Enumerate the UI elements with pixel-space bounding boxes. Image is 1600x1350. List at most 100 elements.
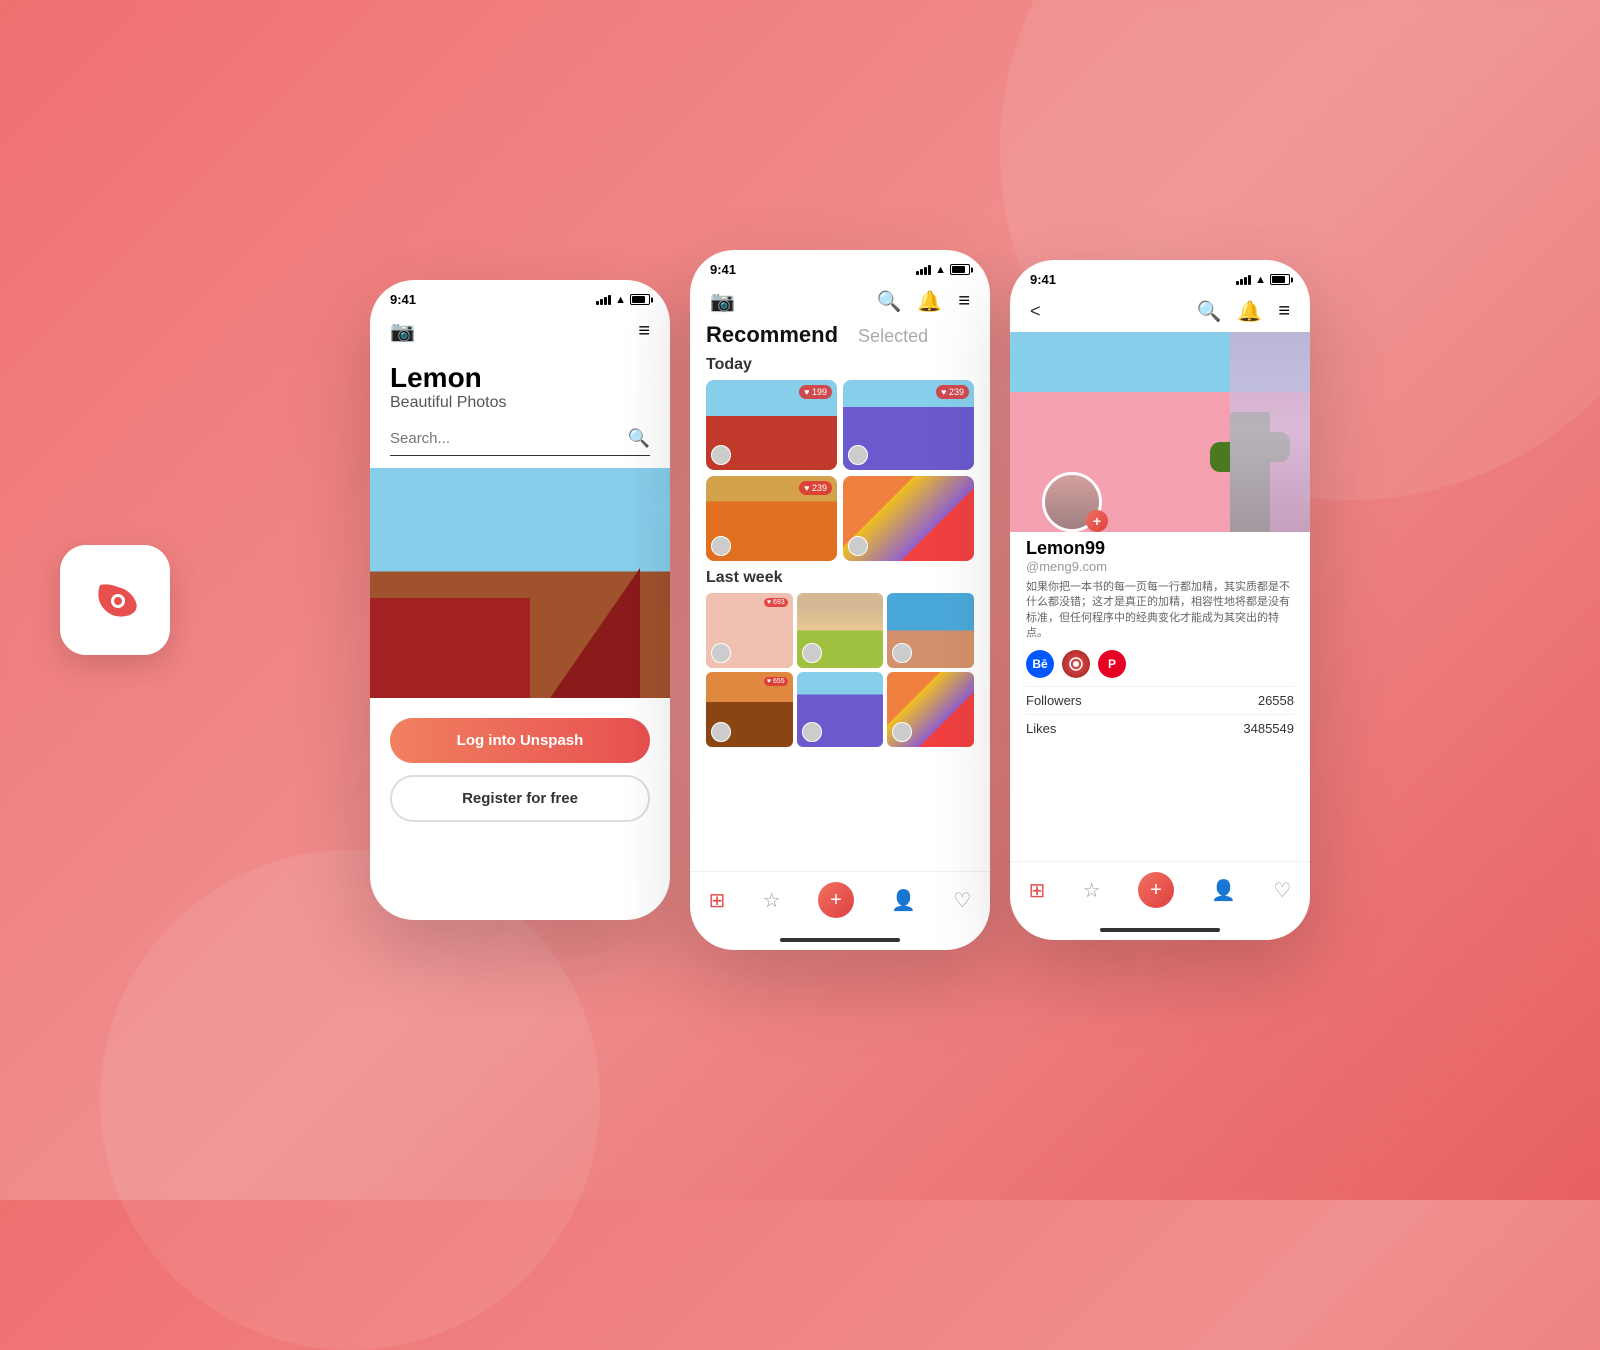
photo-cell-1[interactable]: ♥ 199 xyxy=(706,380,837,470)
phone3-battery-icon xyxy=(1270,274,1290,285)
profile-info-block: Lemon99 @meng9.com 如果你把一本书的每一页每一行都加精，其实质… xyxy=(1010,532,1310,748)
photo-cell-lw2[interactable] xyxy=(797,593,884,668)
search-input[interactable] xyxy=(390,430,628,447)
likes-count: 3485549 xyxy=(1243,721,1294,736)
photo-lw1-avatar xyxy=(711,643,731,663)
app-logo-svg xyxy=(80,565,150,635)
phone3-bell-icon[interactable]: 🔔 xyxy=(1237,299,1262,324)
followers-stat: Followers 26558 xyxy=(1026,686,1294,714)
photo-cell-4[interactable] xyxy=(843,476,974,561)
photo-cell-lw6[interactable] xyxy=(887,672,974,747)
phone3-status-icons: ▲ xyxy=(1236,274,1290,286)
phone3-nav-right: 🔍 🔔 ≡ xyxy=(1197,299,1290,324)
profile-username: Lemon99 xyxy=(1026,538,1294,559)
camera-icon[interactable]: 📷 xyxy=(390,319,415,344)
pinterest-badge[interactable]: P xyxy=(1098,650,1126,678)
bottom-nav-home[interactable]: ⊞ xyxy=(709,888,726,913)
photo1-avatar xyxy=(711,445,731,465)
section-today: Today xyxy=(706,356,974,374)
today-photo-grid: ♥ 199 ♥ 239 ♥ 239 xyxy=(706,380,974,561)
bottom-nav-add[interactable]: + xyxy=(818,882,854,918)
phone2-main-content: Recommend Selected Today ♥ 199 ♥ 239 xyxy=(690,322,990,747)
phone1-time: 9:41 xyxy=(390,292,416,307)
photo-cell-lw1[interactable]: ♥ 693 xyxy=(706,593,793,668)
phone1-title-block: Lemon Beautiful Photos xyxy=(370,352,670,416)
profile-avatar-row: + xyxy=(1010,502,1310,532)
phone3-nav-home[interactable]: ⊞ xyxy=(1029,878,1046,903)
bottom-nav-heart[interactable]: ♡ xyxy=(953,888,971,913)
followers-count: 26558 xyxy=(1258,693,1294,708)
phone3-nav-add[interactable]: + xyxy=(1138,872,1174,908)
profile-bio: 如果你把一本书的每一页每一行都加精，其实质都是不什么都没错；这才是真正的加精，相… xyxy=(1026,580,1294,642)
photo2-likes: ♥ 239 xyxy=(936,385,969,399)
bottom-nav-star[interactable]: ☆ xyxy=(763,888,781,913)
phone1-status-icons: ▲ xyxy=(596,294,650,306)
phone-3: 9:41 ▲ < 🔍 🔔 ≡ xyxy=(1010,260,1310,940)
phone1-nav: 📷 ≡ xyxy=(370,311,670,352)
photo-cell-2[interactable]: ♥ 239 xyxy=(843,380,974,470)
phone1-status-bar: 9:41 ▲ xyxy=(370,280,670,311)
phone2-battery-icon xyxy=(950,264,970,275)
app-icon-wrapper xyxy=(60,545,170,655)
phone2-menu-icon[interactable]: ≡ xyxy=(958,290,970,313)
photo-cell-lw4[interactable]: ♥ 655 xyxy=(706,672,793,747)
phone2-wifi-icon: ▲ xyxy=(935,264,946,276)
app-title: Lemon xyxy=(390,362,650,394)
phone2-camera-icon[interactable]: 📷 xyxy=(710,289,735,314)
photo-cell-3[interactable]: ♥ 239 xyxy=(706,476,837,561)
phone1-signal xyxy=(596,295,611,305)
section-lastweek: Last week xyxy=(706,569,974,587)
phone3-status-bar: 9:41 ▲ xyxy=(1010,260,1310,291)
photo2-avatar xyxy=(848,445,868,465)
tab-selected[interactable]: Selected xyxy=(858,326,928,347)
photo3-likes: ♥ 239 xyxy=(799,481,832,495)
phone2-time: 9:41 xyxy=(710,262,736,277)
phone3-bottom-nav: ⊞ ☆ + 👤 ♡ xyxy=(1010,861,1310,924)
phone2-status-bar: 9:41 ▲ xyxy=(690,250,990,281)
phone2-search-icon[interactable]: 🔍 xyxy=(877,289,902,314)
phone3-wifi-icon: ▲ xyxy=(1255,274,1266,286)
phone3-nav-heart[interactable]: ♡ xyxy=(1273,878,1291,903)
hero-image xyxy=(370,468,670,698)
phone3-nav-star[interactable]: ☆ xyxy=(1083,878,1101,903)
phone3-time: 9:41 xyxy=(1030,272,1056,287)
likes-label: Likes xyxy=(1026,721,1056,736)
photo-lw5-avatar xyxy=(802,722,822,742)
phone3-menu-icon[interactable]: ≡ xyxy=(1278,300,1290,323)
phone3-search-icon[interactable]: 🔍 xyxy=(1197,299,1222,324)
photo-cell-lw5[interactable] xyxy=(797,672,884,747)
login-button[interactable]: Log into Unspash xyxy=(390,718,650,763)
phone-1: 9:41 ▲ 📷 ≡ Lemon Beautiful Photos xyxy=(370,280,670,920)
tabs-row: Recommend Selected xyxy=(706,322,974,348)
register-button[interactable]: Register for free xyxy=(390,775,650,822)
phone3-home-indicator xyxy=(1100,928,1220,932)
bottom-nav-person[interactable]: 👤 xyxy=(891,888,916,913)
search-bar[interactable]: 🔍 xyxy=(390,428,650,456)
followers-label: Followers xyxy=(1026,693,1082,708)
photo-lw4-likes: ♥ 655 xyxy=(764,677,788,686)
500px-icon xyxy=(1068,656,1084,672)
photo3-avatar xyxy=(711,536,731,556)
phone2-signal xyxy=(916,265,931,275)
500px-badge[interactable] xyxy=(1062,650,1090,678)
phone2-nav-right: 🔍 🔔 ≡ xyxy=(877,289,970,314)
phone3-nav-person[interactable]: 👤 xyxy=(1211,878,1236,903)
back-button[interactable]: < xyxy=(1030,301,1041,322)
profile-avatar-wrap: + xyxy=(1042,472,1102,532)
app-subtitle: Beautiful Photos xyxy=(390,394,650,412)
bg-decoration-2 xyxy=(100,850,600,1350)
phone2-bell-icon[interactable]: 🔔 xyxy=(917,289,942,314)
behance-badge[interactable]: Bē xyxy=(1026,650,1054,678)
profile-handle: @meng9.com xyxy=(1026,559,1294,574)
search-icon[interactable]: 🔍 xyxy=(628,428,650,449)
follow-plus-button[interactable]: + xyxy=(1086,510,1108,532)
phone2-bottom-nav: ⊞ ☆ + 👤 ♡ xyxy=(690,871,990,934)
app-icon xyxy=(60,545,170,655)
phone-2: 9:41 ▲ 📷 🔍 🔔 ≡ Recommend xyxy=(690,250,990,950)
phone3-nav: < 🔍 🔔 ≡ xyxy=(1010,291,1310,332)
phone2-nav: 📷 🔍 🔔 ≡ xyxy=(690,281,990,322)
tab-recommend[interactable]: Recommend xyxy=(706,322,838,348)
phones-container: 9:41 ▲ 📷 ≡ Lemon Beautiful Photos xyxy=(370,250,1310,950)
menu-icon[interactable]: ≡ xyxy=(638,320,650,343)
photo-cell-lw3[interactable] xyxy=(887,593,974,668)
